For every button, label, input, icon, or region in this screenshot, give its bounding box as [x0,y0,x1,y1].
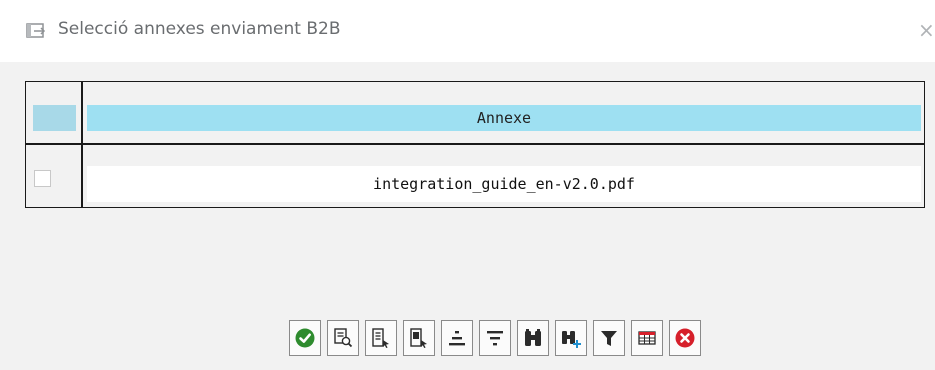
layout-button[interactable] [631,320,663,356]
annexes-table: Annexe integration_guide_en-v2.0.pdf [25,81,925,208]
sort-descending-icon [487,331,503,346]
confirm-button[interactable] [289,320,321,356]
cancel-icon [675,328,695,348]
find-icon [525,329,541,346]
column-divider [81,82,83,207]
title-bar: Selecció annexes enviament B2B × [0,0,935,62]
select-all-rows-cell[interactable] [33,105,76,131]
sort-ascending-button[interactable] [441,320,473,356]
details-button[interactable] [327,320,359,356]
sort-ascending-icon [449,331,465,346]
window-title: Selecció annexes enviament B2B [58,19,341,39]
check-circle-icon [295,328,315,348]
header-divider [26,143,924,145]
find-next-icon [562,331,581,348]
deselect-all-icon [410,328,427,348]
filter-button[interactable] [593,320,625,356]
deselect-all-button[interactable] [403,320,435,356]
popup-window-icon [26,23,46,38]
filter-icon [601,331,617,346]
row-select-checkbox[interactable] [34,170,51,187]
annexe-cell: integration_guide_en-v2.0.pdf [373,175,635,193]
close-icon[interactable]: × [918,20,935,42]
column-header-annexe[interactable]: Annexe [87,105,921,131]
find-button[interactable] [517,320,549,356]
select-all-icon [372,328,389,348]
select-all-button[interactable] [365,320,397,356]
layout-icon [638,331,656,345]
sort-descending-button[interactable] [479,320,511,356]
dialog-content: Annexe integration_guide_en-v2.0.pdf [0,62,935,370]
find-next-button[interactable] [555,320,587,356]
cancel-button[interactable] [669,320,701,356]
details-icon [334,328,353,348]
